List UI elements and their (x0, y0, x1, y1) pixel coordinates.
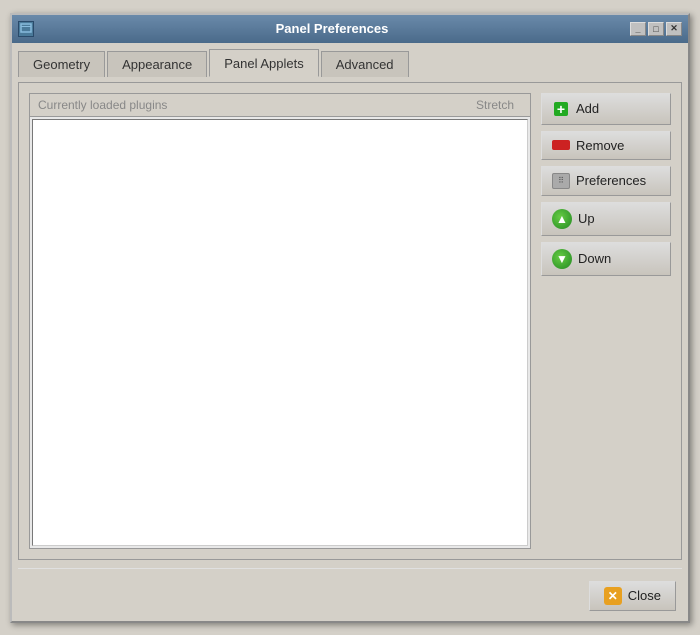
tab-advanced[interactable]: Advanced (321, 51, 409, 77)
window-icon (18, 21, 34, 37)
panel-preferences-window: Panel Preferences _ □ ✕ Geometry Appeara… (10, 13, 690, 623)
footer-separator (18, 568, 682, 569)
window-content: Geometry Appearance Panel Applets Advanc… (12, 43, 688, 621)
col-header-name: Currently loaded plugins (38, 98, 476, 112)
up-button[interactable]: ▲ Up (541, 202, 671, 236)
tab-panel-applets[interactable]: Panel Applets (209, 49, 319, 77)
prefs-icon: ⠿ (552, 173, 570, 189)
tab-geometry[interactable]: Geometry (18, 51, 105, 77)
add-icon (552, 100, 570, 118)
side-button-panel: Add Remove ⠿ Preferences ▲ Up ▼ Down (541, 93, 671, 549)
titlebar-left (18, 21, 34, 37)
window-title: Panel Preferences (34, 21, 630, 36)
plugin-list-area: Currently loaded plugins Stretch (29, 93, 531, 549)
plugin-list-header: Currently loaded plugins Stretch (30, 94, 530, 117)
tab-panel-content: Currently loaded plugins Stretch Add Rem… (18, 82, 682, 560)
tab-appearance[interactable]: Appearance (107, 51, 207, 77)
bottom-bar: ✕ Close (18, 577, 682, 615)
add-button[interactable]: Add (541, 93, 671, 125)
maximize-button[interactable]: □ (648, 22, 664, 36)
down-button[interactable]: ▼ Down (541, 242, 671, 276)
titlebar-buttons: _ □ ✕ (630, 22, 682, 36)
close-icon: ✕ (604, 587, 622, 605)
remove-icon (552, 140, 570, 150)
titlebar: Panel Preferences _ □ ✕ (12, 15, 688, 43)
plugin-list-body[interactable] (32, 119, 528, 546)
tab-bar: Geometry Appearance Panel Applets Advanc… (18, 49, 682, 77)
close-window-button[interactable]: ✕ (666, 22, 682, 36)
up-icon: ▲ (552, 209, 572, 229)
col-header-stretch: Stretch (476, 98, 522, 112)
preferences-button[interactable]: ⠿ Preferences (541, 166, 671, 196)
minimize-button[interactable]: _ (630, 22, 646, 36)
remove-button[interactable]: Remove (541, 131, 671, 160)
down-icon: ▼ (552, 249, 572, 269)
close-button[interactable]: ✕ Close (589, 581, 676, 611)
